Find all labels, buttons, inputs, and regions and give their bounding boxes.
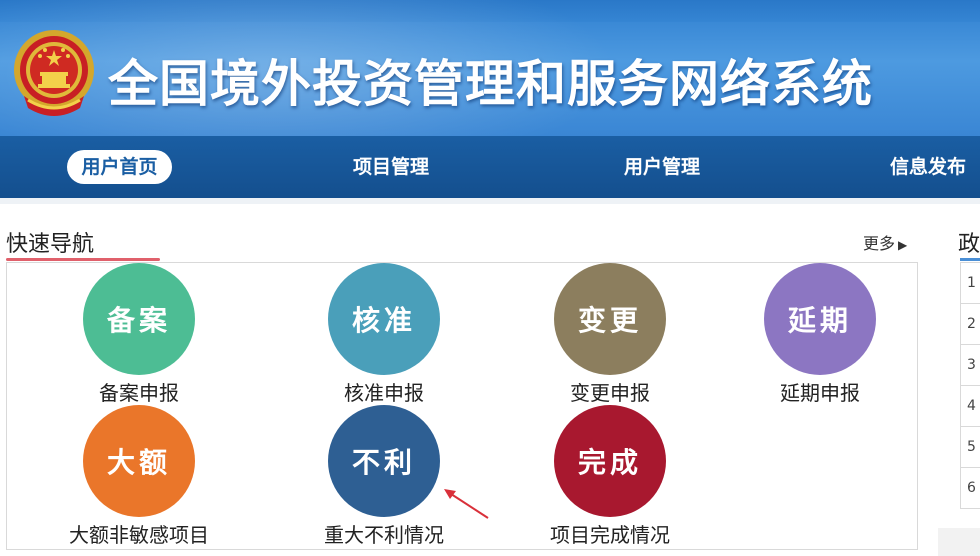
- large-amount-icon: 大额: [83, 405, 195, 517]
- tile-change[interactable]: 变更 变更申报: [510, 263, 710, 405]
- tile-approval[interactable]: 核准 核准申报: [284, 263, 484, 405]
- tile-filing-label: 备案申报: [99, 381, 179, 405]
- list-item[interactable]: 2: [961, 304, 980, 345]
- nav-item-home[interactable]: 用户首页: [67, 150, 172, 184]
- extension-icon: 延期: [764, 263, 876, 375]
- list-item[interactable]: 1: [961, 263, 980, 304]
- adverse-icon: 不利: [328, 405, 440, 517]
- tile-approval-label: 核准申报: [344, 381, 424, 405]
- nav-item-info-publish[interactable]: 信息发布: [878, 150, 978, 184]
- main-navbar: 用户首页 项目管理 用户管理 信息发布: [0, 136, 980, 198]
- quick-nav-title: 快速导航: [6, 232, 95, 257]
- tile-extension-label: 延期申报: [780, 381, 860, 405]
- tile-filing[interactable]: 备案 备案申报: [39, 263, 239, 405]
- tile-extension[interactable]: 延期 延期申报: [720, 263, 920, 405]
- tile-change-label: 变更申报: [570, 381, 650, 405]
- right-panel-title: 政: [958, 232, 980, 257]
- tile-large-non-sensitive[interactable]: 大额 大额非敏感项目: [39, 405, 239, 547]
- tile-project-completion[interactable]: 完成 项目完成情况: [510, 405, 710, 547]
- approval-icon: 核准: [328, 263, 440, 375]
- list-item[interactable]: 5: [961, 427, 980, 468]
- more-link-label: 更多: [863, 234, 896, 253]
- tile-project-completion-label: 项目完成情况: [550, 523, 670, 547]
- completion-icon: 完成: [554, 405, 666, 517]
- quick-nav-underline: [6, 258, 160, 261]
- tile-major-adverse-label: 重大不利情况: [324, 523, 444, 547]
- right-panel-footer: [938, 528, 980, 556]
- play-arrow-icon: ▶: [898, 238, 908, 252]
- tile-large-non-sensitive-label: 大额非敏感项目: [69, 523, 209, 547]
- right-panel-underline: [960, 258, 980, 261]
- site-title: 全国境外投资管理和服务网络系统: [108, 55, 873, 113]
- header-divider: [0, 198, 980, 204]
- annotation-arrow-icon: [444, 489, 489, 519]
- list-item[interactable]: 4: [961, 386, 980, 427]
- more-link[interactable]: 更多 ▶: [863, 230, 907, 254]
- list-item[interactable]: 3: [961, 345, 980, 386]
- list-item[interactable]: 6: [961, 468, 980, 509]
- national-emblem-icon: [14, 30, 94, 116]
- site-header: 全国境外投资管理和服务网络系统: [0, 0, 980, 136]
- tile-major-adverse[interactable]: 不利 重大不利情况: [284, 405, 484, 547]
- change-icon: 变更: [554, 263, 666, 375]
- right-panel-list: 1 2 3 4 5 6: [960, 262, 980, 509]
- filing-icon: 备案: [83, 263, 195, 375]
- nav-item-project-management[interactable]: 项目管理: [336, 150, 446, 184]
- nav-item-user-management[interactable]: 用户管理: [607, 150, 717, 184]
